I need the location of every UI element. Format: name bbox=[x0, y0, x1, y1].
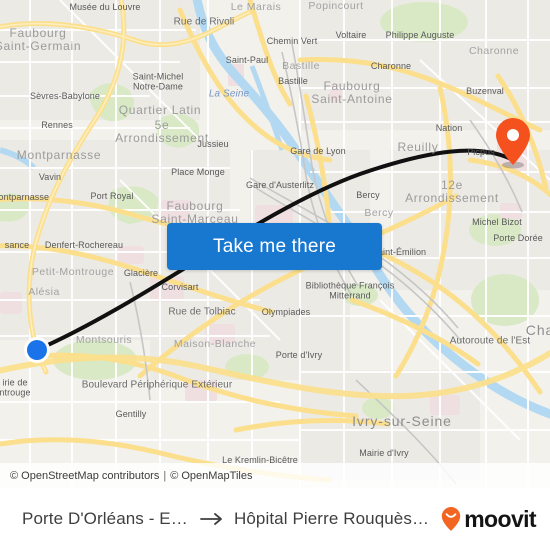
arrow-right-icon bbox=[200, 513, 222, 525]
moovit-pin-icon bbox=[442, 507, 461, 531]
trip-summary-bar: Porte D'Orléans - Erne… Hôpital Pierre R… bbox=[0, 488, 550, 550]
trip-origin-label: Porte D'Orléans - Erne… bbox=[22, 509, 190, 528]
take-me-there-button[interactable]: Take me there bbox=[167, 223, 382, 270]
attribution-osm[interactable]: © OpenStreetMap contributors bbox=[10, 470, 159, 482]
moovit-logo[interactable]: moovit bbox=[440, 505, 537, 533]
moovit-wordmark: moovit bbox=[464, 505, 536, 532]
trip-endpoints[interactable]: Porte D'Orléans - Erne… Hôpital Pierre R… bbox=[22, 509, 430, 529]
attribution-separator: | bbox=[163, 469, 167, 482]
moovit-trip-screen: Musée du Louvre Le Marais Popincourt Rue de… bbox=[0, 0, 550, 550]
destination-marker-dot bbox=[507, 129, 519, 141]
map-attribution: © OpenStreetMap contributors | © OpenMap… bbox=[0, 463, 550, 488]
map-canvas[interactable]: Musée du Louvre Le Marais Popincourt Rue de… bbox=[0, 0, 550, 488]
attribution-openmaptiles[interactable]: © OpenMapTiles bbox=[170, 470, 252, 482]
origin-marker-dot bbox=[27, 340, 47, 360]
origin-marker[interactable] bbox=[24, 337, 50, 363]
trip-destination-label: Hôpital Pierre Rouquès - L… bbox=[234, 509, 430, 528]
